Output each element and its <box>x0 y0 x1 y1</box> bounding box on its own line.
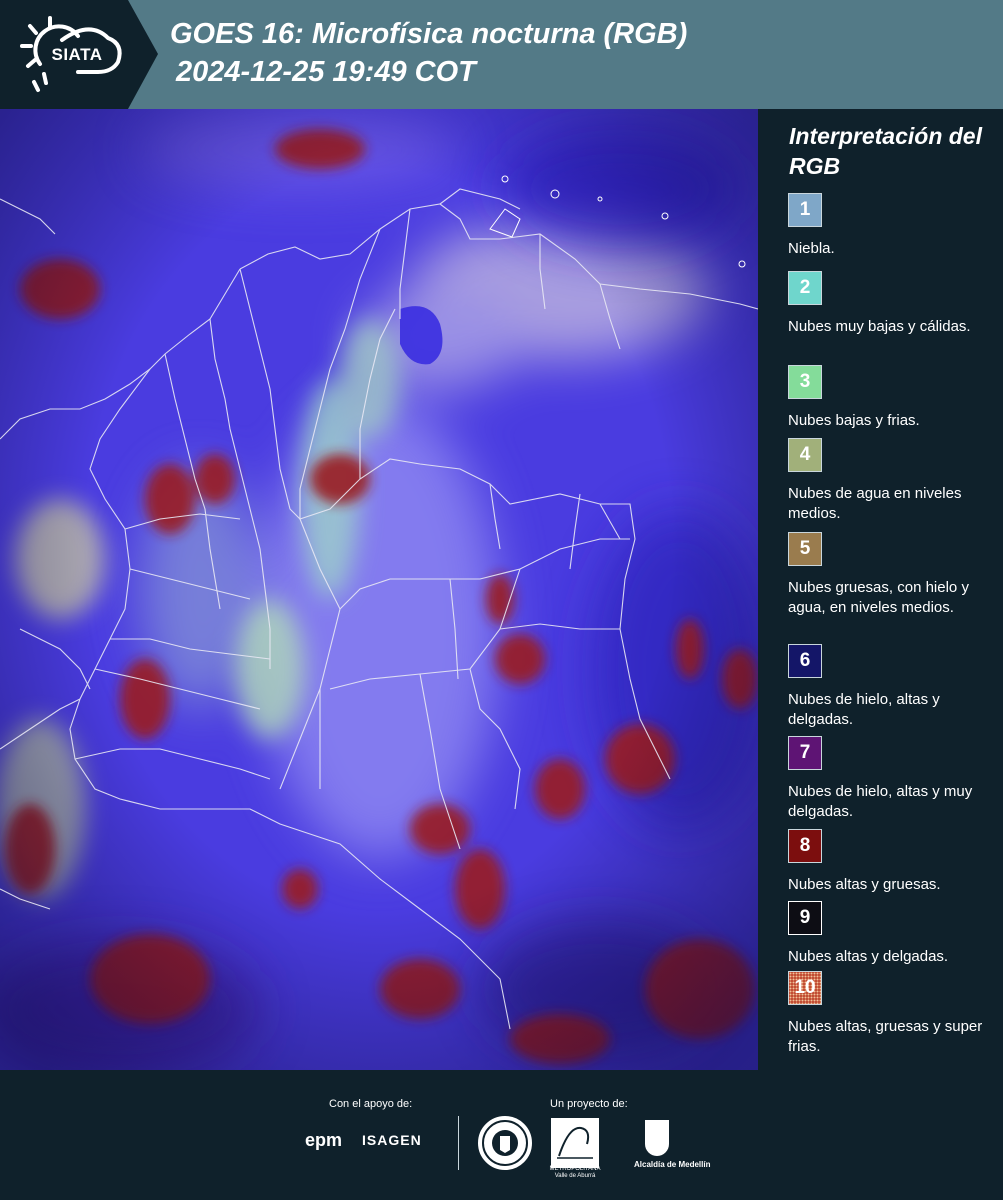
legend-item-2: 2 Nubes muy bajas y cálidas. <box>788 271 998 337</box>
legend-swatch: 7 <box>788 736 822 770</box>
legend-item-3: 3 Nubes bajas y frias. <box>788 365 998 431</box>
alcaldia-shield-icon <box>645 1120 669 1156</box>
siata-logo-text: SIATA <box>51 45 103 64</box>
siata-logo: SIATA <box>0 0 160 109</box>
legend-item-7: 7 Nubes de hielo, altas y muy delgadas. <box>788 736 998 822</box>
legend-label: Nubes altas, gruesas y super frias. <box>788 1018 983 1055</box>
timestamp: 2024-12-25 19:49 COT <box>176 56 476 88</box>
legend-swatch: 9 <box>788 901 822 935</box>
epm-logo: epm <box>305 1130 343 1150</box>
legend-item-1: 1 Niebla. <box>788 193 998 259</box>
footer-divider <box>458 1116 459 1170</box>
medellin-seal-icon <box>478 1116 532 1170</box>
footer-sponsors: Con el apoyo de: Un proyecto de: epm ISA… <box>0 1070 1003 1200</box>
legend-swatch: 4 <box>788 438 822 472</box>
legend-label: Niebla. <box>788 240 835 257</box>
satellite-image <box>0 109 758 1070</box>
legend-swatch: 1 <box>788 193 822 227</box>
isagen-logo: ISAGEN <box>362 1132 422 1148</box>
legend-swatch: 8 <box>788 829 822 863</box>
legend-item-10: 10 Nubes altas, gruesas y super frias. <box>788 971 998 1057</box>
support-label: Con el apoyo de: <box>329 1098 413 1110</box>
legend-item-4: 4 Nubes de agua en niveles medios. <box>788 438 998 524</box>
legend-swatch: 3 <box>788 365 822 399</box>
legend-swatch: 6 <box>788 644 822 678</box>
legend-title: Interpretación del RGB <box>789 123 982 179</box>
page-title: GOES 16: Microfísica nocturna (RGB) <box>170 18 688 50</box>
legend-label: Nubes de hielo, altas y muy delgadas. <box>788 783 973 820</box>
legend-swatch: 5 <box>788 532 822 566</box>
legend-label: Nubes altas y gruesas. <box>788 876 941 893</box>
area-metropolitana-logo <box>551 1118 599 1168</box>
header-banner: SIATA GOES 16: Microfísica nocturna (RGB… <box>0 0 1003 109</box>
area-metropolitana-caption: METROPOLITANA Valle de Aburrá <box>549 1166 601 1179</box>
legend-label: Nubes altas y delgadas. <box>788 948 949 965</box>
legend-label: Nubes muy bajas y cálidas. <box>788 318 971 335</box>
legend-label: Nubes bajas y frias. <box>788 412 920 429</box>
project-label: Un proyecto de: <box>550 1098 628 1110</box>
legend-label: Nubes de hielo, altas y delgadas. <box>788 691 940 728</box>
legend-item-5: 5 Nubes gruesas, con hielo y agua, en ni… <box>788 532 998 618</box>
alcaldia-logo-text: Alcaldía de Medellín <box>634 1160 711 1169</box>
legend-swatch: 10 <box>788 971 822 1005</box>
legend-panel: Interpretación del RGB 1 Niebla. 2 Nubes… <box>760 109 1003 1070</box>
legend-item-8: 8 Nubes altas y gruesas. <box>788 829 998 895</box>
legend-label: Nubes gruesas, con hielo y agua, en nive… <box>788 579 969 616</box>
satellite-map <box>0 109 758 1070</box>
legend-item-9: 9 Nubes altas y delgadas. <box>788 901 998 967</box>
legend-label: Nubes de agua en niveles medios. <box>788 485 962 522</box>
legend-item-6: 6 Nubes de hielo, altas y delgadas. <box>788 644 998 730</box>
legend-swatch: 2 <box>788 271 822 305</box>
